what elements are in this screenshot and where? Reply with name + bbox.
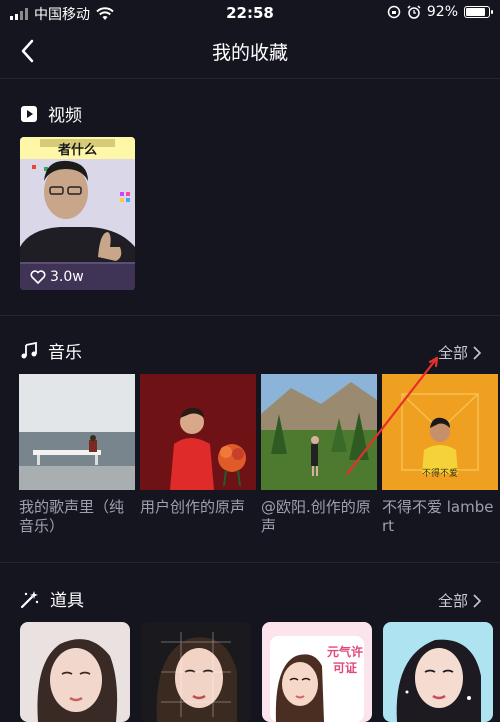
battery-fill — [466, 8, 485, 16]
magic-wand-icon — [20, 590, 39, 608]
music-title: 我的歌声里（纯音乐） — [19, 498, 125, 535]
video-caption: 者什么 — [57, 143, 97, 158]
lock-rotation-icon — [387, 5, 401, 19]
music-see-all-button[interactable]: 全部 — [438, 342, 482, 363]
props-see-all-button[interactable]: 全部 — [438, 590, 482, 611]
music-cover-image — [140, 374, 256, 490]
chevron-right-icon — [473, 593, 482, 608]
alarm-icon — [407, 5, 421, 19]
music-cover — [140, 374, 256, 490]
music-item[interactable]: 我的歌声里（纯音乐） — [19, 374, 135, 536]
video-divider — [0, 315, 500, 316]
prop-card[interactable] — [20, 622, 130, 722]
prop-card[interactable] — [383, 622, 493, 722]
prop-card[interactable] — [141, 622, 251, 722]
props-see-all-label: 全部 — [437, 592, 468, 610]
prop-thumbnail — [141, 622, 251, 722]
header-divider — [0, 78, 500, 79]
music-cover-image — [261, 374, 377, 490]
music-item[interactable]: 不得不爱 不得不爱 lambert — [382, 374, 498, 536]
prop-thumbnail — [20, 622, 130, 722]
music-item[interactable]: 用户创作的原声 — [140, 374, 256, 517]
nav-bar: 我的收藏 — [0, 28, 500, 76]
battery-percent: 92% — [426, 4, 458, 20]
status-bar: 中国移动 22:58 92% — [0, 0, 500, 26]
music-title: 用户创作的原声 — [140, 498, 246, 516]
music-divider — [0, 562, 500, 563]
video-icon — [21, 105, 37, 122]
music-see-all-label: 全部 — [437, 344, 468, 362]
music-cover — [19, 374, 135, 490]
page-title: 我的收藏 — [211, 42, 288, 64]
status-right: 92% — [387, 4, 493, 20]
music-title: @欧阳.创作的原声 — [261, 498, 371, 535]
video-section-title: 视频 — [48, 106, 82, 126]
music-cover — [261, 374, 377, 490]
music-section-title: 音乐 — [48, 343, 82, 363]
video-like-bar: 3.0w — [20, 264, 135, 290]
music-section-header: 音乐 — [20, 338, 82, 363]
video-section-header: 视频 — [20, 101, 82, 126]
music-item[interactable]: @欧阳.创作的原声 — [261, 374, 377, 536]
prop-thumbnail — [383, 622, 493, 722]
video-card[interactable]: 者什么 3.0w — [20, 137, 135, 290]
music-cover-text: 不得不爱 — [421, 469, 458, 479]
prop-card[interactable]: 元气许可证 — [262, 622, 372, 722]
props-section-header: 道具 — [20, 586, 84, 611]
music-note-icon — [21, 341, 37, 358]
props-section-title: 道具 — [50, 591, 84, 611]
prop-label: 元气许可证 — [326, 645, 363, 675]
music-title: 不得不爱 lambert — [382, 498, 494, 535]
battery-icon — [464, 6, 493, 18]
video-like-count: 3.0w — [50, 269, 84, 285]
chevron-right-icon — [473, 345, 482, 360]
music-cover-image — [19, 374, 135, 490]
heart-icon — [30, 270, 46, 284]
